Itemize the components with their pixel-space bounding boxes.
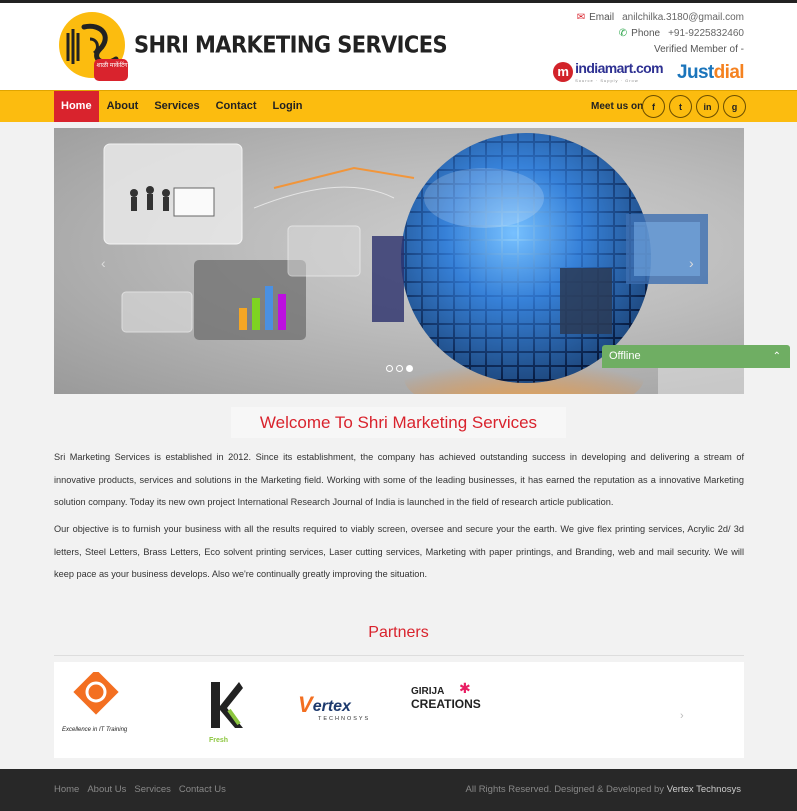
social-links: f t in g: [642, 95, 746, 118]
vertex-v-icon: V: [298, 692, 313, 717]
indiamart-badge[interactable]: m indiamart.com Source · Supply · Grow: [553, 60, 664, 83]
developer-link[interactable]: Vertex Technosys: [667, 784, 741, 795]
justdial-text-a: Just: [676, 62, 714, 83]
partner-logo-4-sub: CREATIONS: [411, 697, 481, 711]
slider-dot-2[interactable]: [396, 365, 403, 372]
objective-paragraph: Our objective is to furnish your busines…: [54, 524, 744, 579]
verified-label: Verified Member of -: [653, 44, 744, 55]
chat-status: Offline: [609, 350, 641, 362]
nav-item-login[interactable]: Login: [265, 91, 311, 122]
brand-logo[interactable]: [54, 9, 130, 85]
meet-us-label: Meet us on: [591, 101, 644, 112]
intro-paragraph: Sri Marketing Services is established in…: [54, 452, 744, 507]
slider-prev-icon[interactable]: ‹: [101, 255, 106, 271]
partner-logo-2[interactable]: Fresh: [209, 680, 245, 744]
phone-label: Phone: [631, 28, 661, 39]
indiamart-text: indiamart.com: [575, 60, 663, 76]
welcome-title: Welcome To Shri Marketing Services: [231, 407, 566, 438]
chat-widget[interactable]: Offline ⌃: [602, 345, 790, 368]
footer-link-home[interactable]: Home: [54, 784, 79, 795]
slider-dot-3[interactable]: [406, 365, 413, 372]
partners-next-icon[interactable]: ›: [680, 710, 684, 722]
whatsapp-icon: ✆: [618, 28, 628, 39]
partners-divider: [54, 655, 744, 656]
logo-caption: शाळी मार्केटिंग: [96, 63, 128, 69]
partner-logo-2-caption: Fresh: [209, 737, 229, 744]
email-link[interactable]: anilchilka.3180@gmail.com: [622, 10, 744, 26]
partner-logo-4-text: GIRIJA: [411, 686, 445, 697]
nav-item-contact[interactable]: Contact: [208, 91, 265, 122]
main-navbar: Home About Services Contact Login Meet u…: [0, 90, 797, 122]
diamond-logo-icon: [73, 669, 119, 715]
copyright-text: All Rights Reserved. Designed & Develope…: [465, 784, 665, 795]
partner-logo-3[interactable]: V ertex TECHNOSYS: [298, 694, 386, 726]
site-header: शाळी मार्केटिंग SHRI MARKETING SERVICES …: [0, 3, 797, 90]
partner-logo-3-sub: TECHNOSYS: [318, 716, 371, 722]
email-row: ✉ Email anilchilka.3180@gmail.com: [577, 10, 744, 26]
partners-carousel: Excellence in IT Training Fresh V ertex …: [54, 662, 744, 758]
nav-item-about[interactable]: About: [99, 91, 147, 122]
footer-link-about[interactable]: About Us: [87, 784, 126, 795]
linkedin-icon[interactable]: in: [696, 95, 719, 118]
indiamart-tagline: Source · Supply · Grow: [575, 78, 639, 83]
partner-logo-1-caption: Excellence in IT Training: [62, 727, 128, 733]
partner-logo-3-text: ertex: [312, 698, 351, 715]
site-footer: Home About Us Services Contact Us All Ri…: [0, 769, 797, 811]
partner-logo-4[interactable]: GIRIJA CREATIONS ✱: [411, 680, 503, 730]
partner-logo-1[interactable]: Excellence in IT Training: [62, 669, 142, 734]
phone-row: ✆ Phone +91-9225832460: [577, 26, 744, 42]
brand-name[interactable]: SHRI MARKETING SERVICES: [134, 31, 448, 58]
google-plus-icon[interactable]: g: [723, 95, 746, 118]
footer-link-contact[interactable]: Contact Us: [179, 784, 226, 795]
envelope-icon: ✉: [576, 12, 586, 23]
nav-menu: Home About Services Contact Login: [54, 91, 310, 122]
copyright: All Rights Reserved. Designed & Develope…: [466, 784, 742, 795]
chevron-up-icon[interactable]: ⌃: [773, 345, 781, 368]
footer-links: Home About Us Services Contact Us: [54, 784, 226, 795]
justdial-badge[interactable]: Justdial: [676, 62, 745, 83]
contact-info: ✉ Email anilchilka.3180@gmail.com ✆ Phon…: [577, 10, 744, 42]
slider-indicators: [386, 365, 413, 372]
email-label: Email: [589, 12, 615, 23]
slider-next-icon[interactable]: ›: [689, 255, 694, 271]
membership-badges: m indiamart.com Source · Supply · Grow J…: [553, 60, 745, 83]
footer-link-services[interactable]: Services: [134, 784, 170, 795]
star-icon: ✱: [459, 680, 471, 696]
nav-item-home[interactable]: Home: [54, 91, 99, 122]
partners-title: Partners: [368, 624, 429, 641]
k-logo-icon: [211, 682, 243, 728]
justdial-text-b: dial: [713, 62, 745, 83]
facebook-icon[interactable]: f: [642, 95, 665, 118]
slider-dot-1[interactable]: [386, 365, 393, 372]
phone-link[interactable]: +91-9225832460: [668, 26, 744, 42]
nav-item-services[interactable]: Services: [146, 91, 207, 122]
indiamart-icon: m: [553, 61, 574, 82]
twitter-icon[interactable]: t: [669, 95, 692, 118]
